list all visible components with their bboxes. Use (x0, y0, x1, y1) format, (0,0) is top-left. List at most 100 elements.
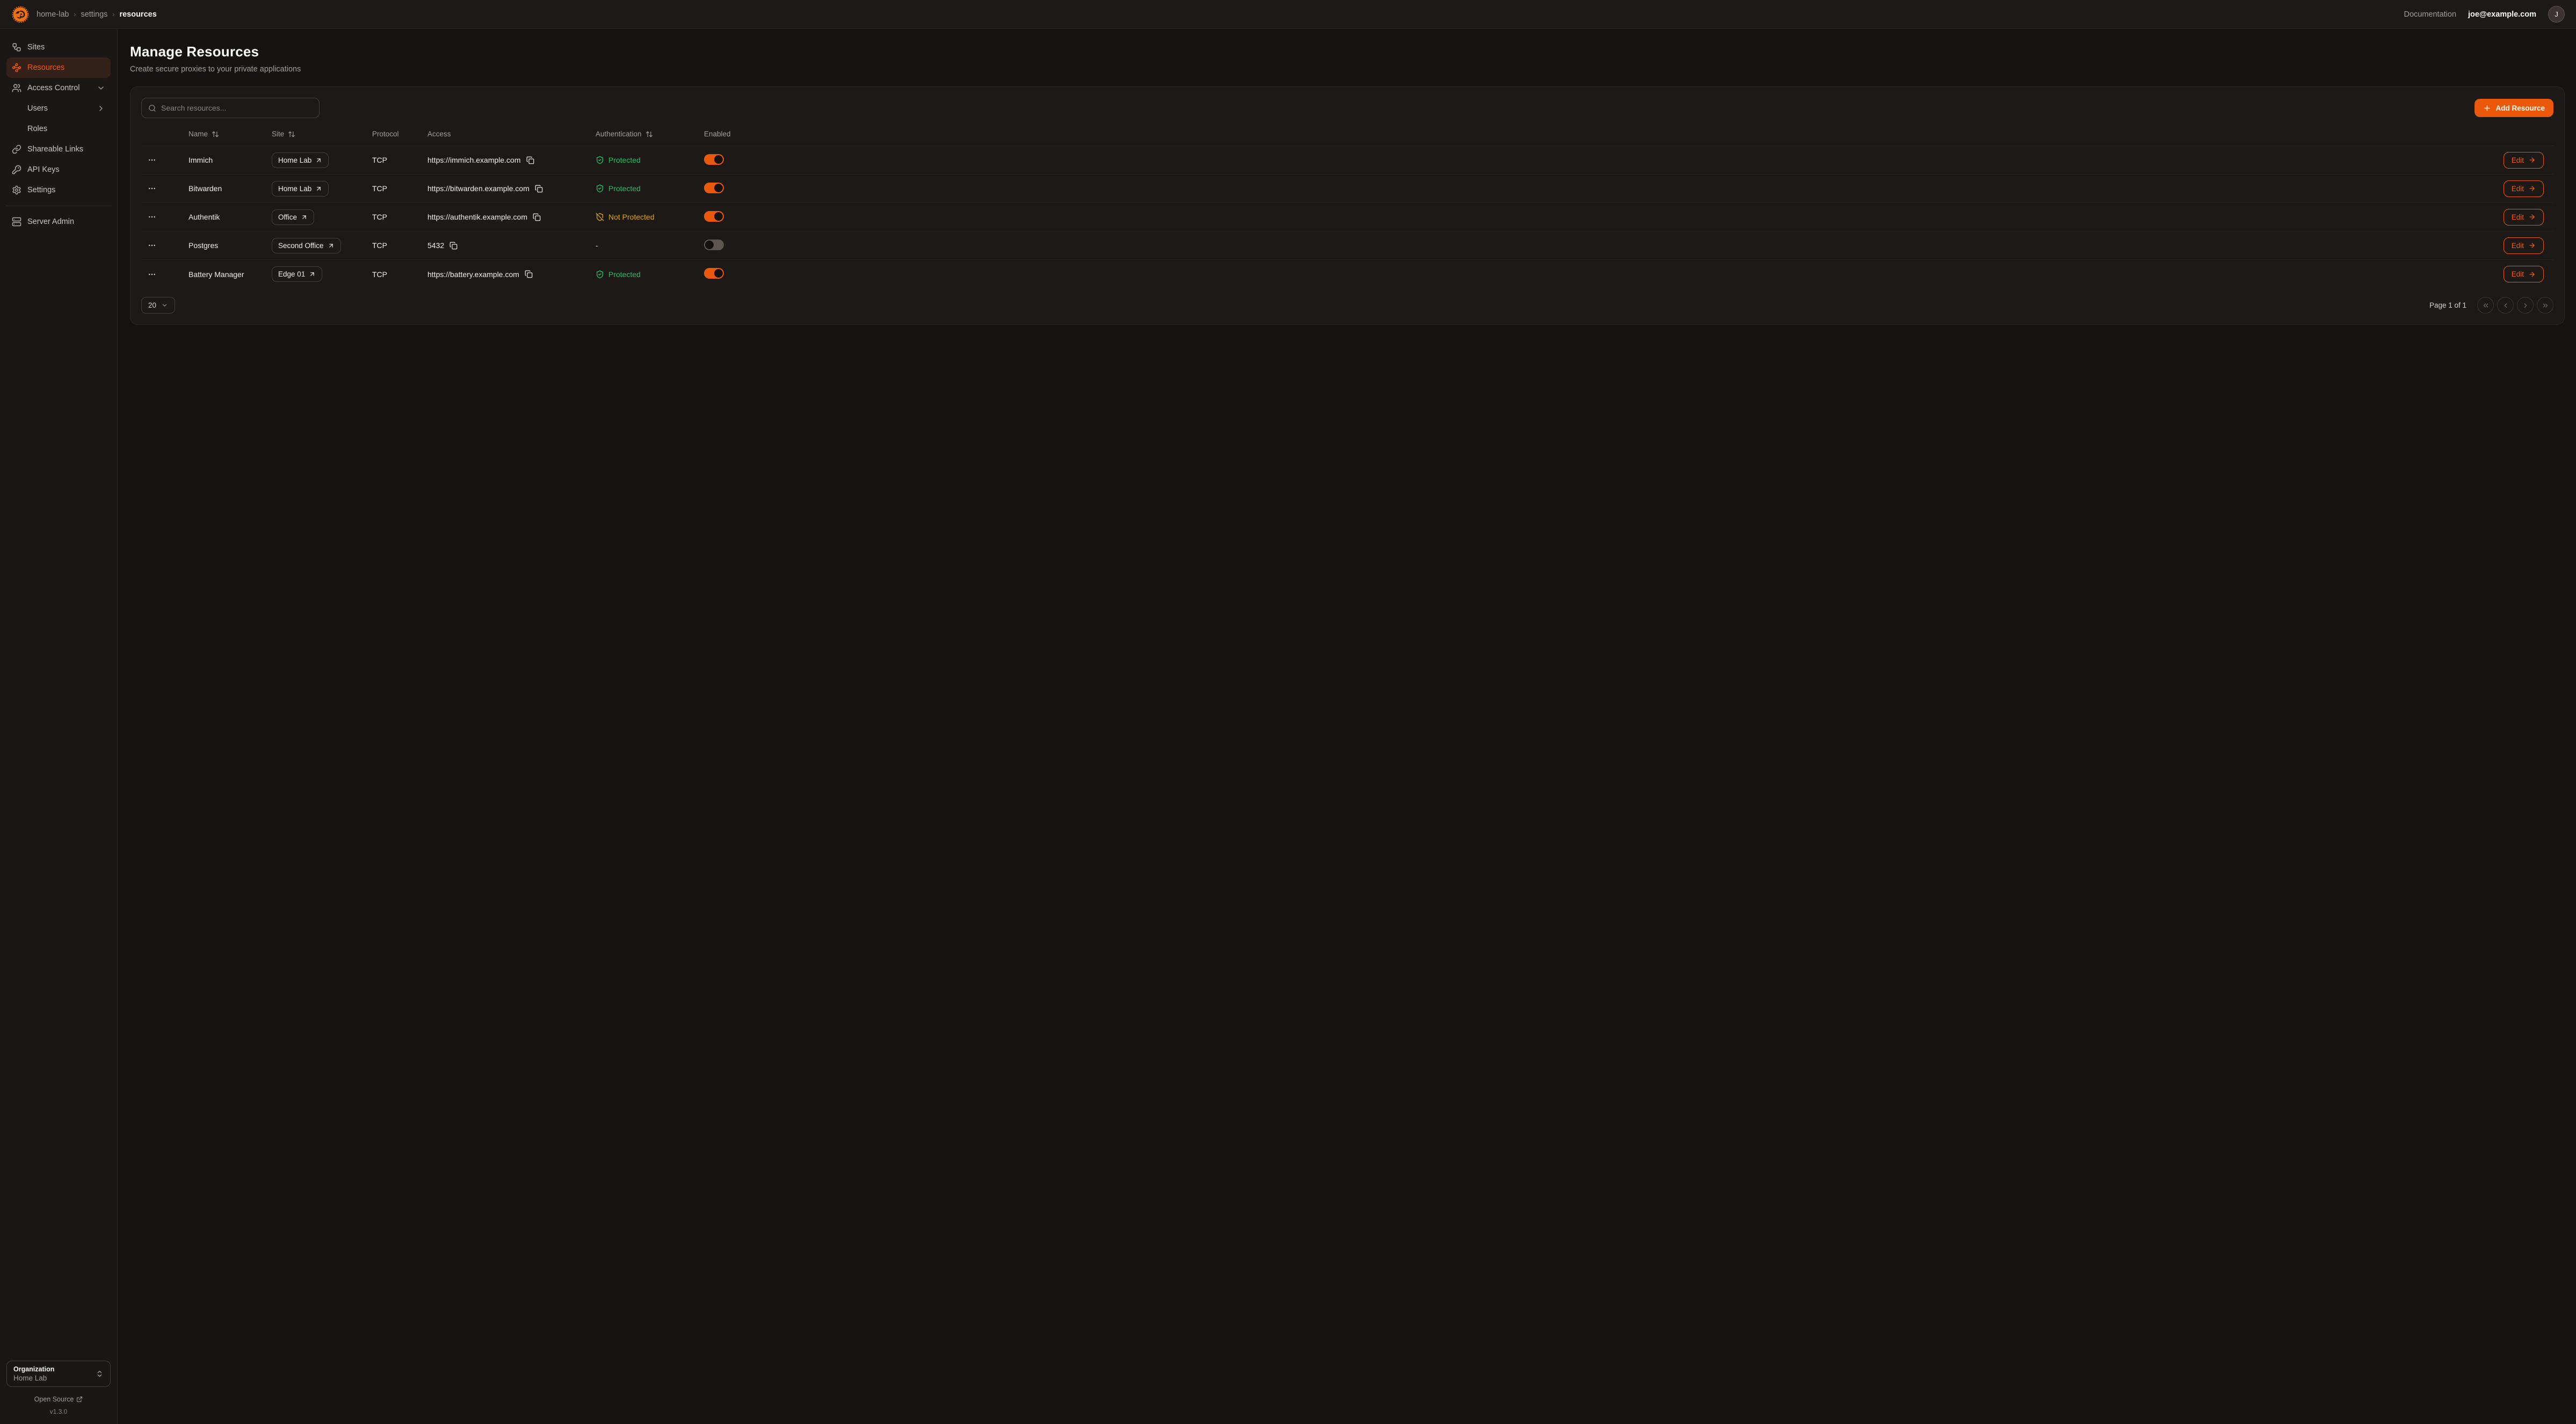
page-size-select[interactable]: 20 (141, 297, 175, 314)
header-name[interactable]: Name (188, 130, 272, 138)
user-email[interactable]: joe@example.com (2468, 10, 2536, 19)
edit-button[interactable]: Edit (2504, 180, 2544, 197)
sidebar-item-users[interactable]: Users (6, 98, 111, 119)
organization-value: Home Lab (13, 1374, 96, 1382)
sidebar: Sites Resources Access Control Users Rol… (0, 30, 118, 1424)
add-resource-button[interactable]: Add Resource (2475, 99, 2553, 117)
enabled-toggle[interactable] (704, 211, 724, 222)
chevrons-up-down-icon (96, 1370, 104, 1378)
shield-off-icon (596, 213, 604, 221)
row-menu-button[interactable] (144, 268, 159, 281)
breadcrumb-current: resources (119, 10, 156, 19)
organization-selector[interactable]: Organization Home Lab (6, 1361, 111, 1387)
edit-button[interactable]: Edit (2504, 237, 2544, 254)
sidebar-item-resources[interactable]: Resources (6, 57, 111, 78)
avatar[interactable]: J (2548, 6, 2565, 23)
sidebar-item-server-admin[interactable]: Server Admin (6, 212, 111, 232)
arrow-up-right-icon (309, 271, 316, 278)
sidebar-item-label: API Keys (27, 165, 60, 174)
open-source-link[interactable]: Open Source (6, 1396, 111, 1403)
arrow-right-icon (2528, 242, 2536, 249)
enabled-toggle[interactable] (704, 154, 724, 165)
sidebar-item-label: Server Admin (27, 217, 74, 226)
chevrons-left-icon (2482, 302, 2490, 309)
breadcrumb-org[interactable]: home-lab (37, 10, 69, 19)
toggle-knob (714, 212, 723, 221)
enabled-toggle[interactable] (704, 268, 724, 279)
sort-icon (212, 130, 219, 138)
arrow-up-right-icon (315, 157, 322, 164)
auth-status: Protected (596, 184, 704, 193)
previous-page-button[interactable] (2497, 297, 2514, 314)
search-input[interactable] (161, 104, 313, 112)
site-link[interactable]: Office (272, 209, 314, 225)
sidebar-item-access-control[interactable]: Access Control (6, 78, 111, 98)
top-bar: home-lab › settings › resources Document… (0, 0, 2576, 29)
page-size-value: 20 (148, 301, 156, 309)
sidebar-item-settings[interactable]: Settings (6, 180, 111, 200)
auth-status: Protected (596, 270, 704, 279)
arrow-right-icon (2528, 271, 2536, 278)
table-row: Bitwarden Home Lab TCP https://bitwarden… (141, 175, 2553, 203)
pangolin-logo-icon (11, 5, 30, 24)
site-link[interactable]: Home Lab (272, 181, 329, 197)
resource-name: Authentik (188, 213, 272, 221)
copy-button[interactable] (533, 212, 542, 222)
resource-protocol: TCP (372, 241, 427, 250)
gear-icon (12, 185, 21, 195)
sidebar-item-api-keys[interactable]: API Keys (6, 159, 111, 180)
resource-name: Postgres (188, 241, 272, 250)
shield-check-icon (596, 270, 604, 279)
edit-button[interactable]: Edit (2504, 209, 2544, 226)
sidebar-item-shareable-links[interactable]: Shareable Links (6, 139, 111, 159)
toggle-knob (714, 155, 723, 164)
row-menu-button[interactable] (144, 239, 159, 252)
copy-button[interactable] (535, 184, 545, 193)
ellipsis-icon (148, 184, 156, 193)
header-authentication[interactable]: Authentication (596, 130, 704, 138)
add-resource-label: Add Resource (2495, 104, 2545, 112)
next-page-button[interactable] (2517, 297, 2534, 314)
copy-button[interactable] (449, 241, 459, 250)
enabled-toggle[interactable] (704, 183, 724, 193)
chevron-right-icon (97, 104, 105, 113)
breadcrumb-settings[interactable]: settings (81, 10, 107, 19)
auth-status: Not Protected (596, 213, 704, 221)
table-toolbar: Add Resource (141, 98, 2553, 118)
header-site[interactable]: Site (272, 130, 372, 138)
edit-button[interactable]: Edit (2504, 152, 2544, 169)
site-link[interactable]: Home Lab (272, 152, 329, 168)
pagination: 20 Page 1 of 1 (141, 297, 2553, 314)
open-source-label: Open Source (34, 1396, 74, 1403)
edit-button[interactable]: Edit (2504, 266, 2544, 282)
resource-name: Immich (188, 156, 272, 164)
row-menu-button[interactable] (144, 182, 159, 195)
copy-icon (526, 156, 534, 164)
breadcrumb-separator: › (74, 11, 76, 18)
sidebar-item-label: Resources (27, 63, 64, 72)
sidebar-item-roles[interactable]: Roles (6, 119, 111, 139)
site-link[interactable]: Edge 01 (272, 266, 322, 282)
site-link[interactable]: Second Office (272, 238, 341, 253)
copy-icon (525, 270, 533, 278)
page-title: Manage Resources (130, 43, 2565, 60)
table-row: Authentik Office TCP https://authentik.e… (141, 203, 2553, 231)
shield-check-icon (596, 156, 604, 164)
row-menu-button[interactable] (144, 210, 159, 223)
first-page-button[interactable] (2477, 297, 2494, 314)
toggle-knob (714, 269, 723, 278)
main-content: Manage Resources Create secure proxies t… (118, 30, 2576, 1424)
last-page-button[interactable] (2537, 297, 2553, 314)
server-icon (12, 217, 21, 227)
resource-name: Battery Manager (188, 270, 272, 279)
link-icon (12, 144, 21, 154)
arrow-up-right-icon (301, 214, 308, 221)
documentation-link[interactable]: Documentation (2404, 10, 2457, 19)
copy-button[interactable] (525, 270, 534, 279)
copy-button[interactable] (526, 155, 536, 165)
sidebar-item-sites[interactable]: Sites (6, 37, 111, 57)
row-menu-button[interactable] (144, 154, 159, 166)
resource-protocol: TCP (372, 184, 427, 193)
enabled-toggle[interactable] (704, 239, 724, 250)
users-icon (12, 83, 21, 93)
